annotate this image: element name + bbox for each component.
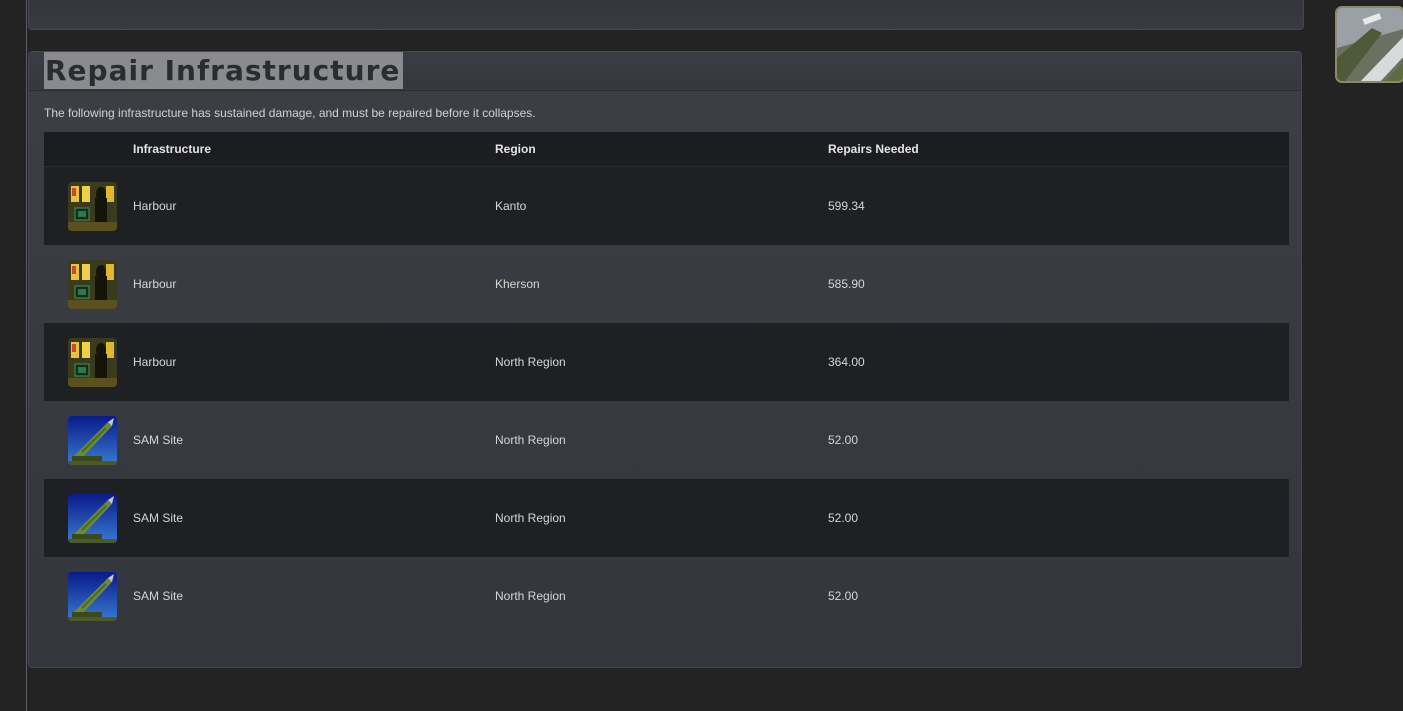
row-infrastructure: SAM Site <box>133 589 184 603</box>
sam-site-icon <box>68 571 117 621</box>
harbour-icon <box>68 181 117 231</box>
row-region: North Region <box>495 589 566 603</box>
table-row[interactable]: Harbour North Region 364.00 <box>44 323 1289 401</box>
table-header-row: Infrastructure Region Repairs Needed <box>44 132 1289 167</box>
row-repairs-needed: 52.00 <box>828 589 859 603</box>
table-row[interactable]: SAM Site North Region 52.00 <box>44 401 1289 479</box>
row-repairs-needed: 52.00 <box>828 479 1289 557</box>
table-row[interactable]: Harbour Kherson 585.90 <box>44 245 1289 323</box>
harbour-icon <box>68 337 117 387</box>
sam-site-icon <box>68 493 117 543</box>
row-repairs-needed: 52.00 <box>828 433 859 447</box>
row-repairs-needed: 585.90 <box>828 277 865 291</box>
row-infrastructure: SAM Site <box>133 433 184 447</box>
panel-title: Repair Infrastructure <box>44 52 404 89</box>
sam-site-icon <box>68 415 117 465</box>
row-infrastructure: Harbour <box>133 323 495 401</box>
harbour-icon <box>68 259 117 309</box>
left-divider <box>26 0 27 711</box>
header-icon-column <box>44 132 133 167</box>
row-region: North Region <box>495 479 828 557</box>
row-infrastructure: Harbour <box>133 166 495 245</box>
highway-image-icon <box>1337 8 1403 81</box>
row-infrastructure: Harbour <box>133 277 177 291</box>
repair-infrastructure-panel: Repair Infrastructure The following infr… <box>28 51 1302 668</box>
row-region: Kanto <box>495 166 828 245</box>
row-infrastructure: SAM Site <box>133 479 495 557</box>
header-infrastructure: Infrastructure <box>133 132 495 167</box>
table-row[interactable]: SAM Site North Region 52.00 <box>44 557 1289 635</box>
table-row[interactable]: Harbour Kanto 599.34 <box>44 166 1289 245</box>
header-region: Region <box>495 132 828 167</box>
panel-header: Repair Infrastructure <box>29 52 1301 91</box>
row-repairs-needed: 364.00 <box>828 323 1289 401</box>
row-region: North Region <box>495 433 566 447</box>
previous-panel <box>28 0 1304 30</box>
row-region: North Region <box>495 323 828 401</box>
infrastructure-table: Infrastructure Region Repairs Needed Har… <box>44 132 1289 635</box>
intro-text: The following infrastructure has sustain… <box>44 106 536 120</box>
row-repairs-needed: 599.34 <box>828 166 1289 245</box>
row-region: Kherson <box>495 277 540 291</box>
table-row[interactable]: SAM Site North Region 52.00 <box>44 479 1289 557</box>
side-thumbnail[interactable] <box>1335 6 1403 83</box>
header-repairs-needed: Repairs Needed <box>828 132 1289 167</box>
